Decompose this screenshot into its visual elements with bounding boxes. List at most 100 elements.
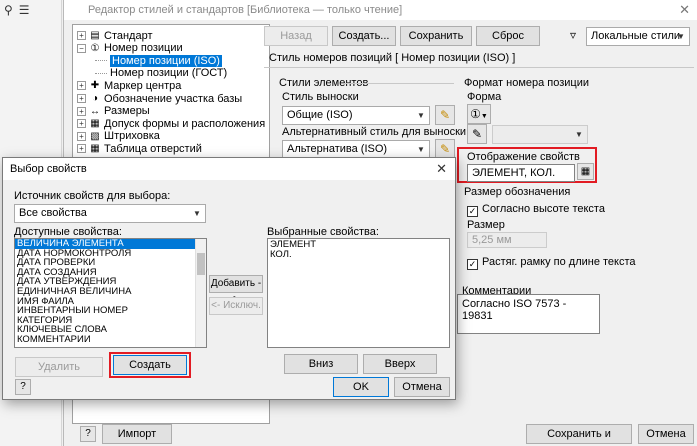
match-text-height-checkbox[interactable]: ✓ Согласно высоте текста — [467, 203, 605, 217]
source-select[interactable]: Все свойства ▼ — [14, 204, 206, 223]
tree-item[interactable]: + ▦ Таблица отверстий — [77, 142, 202, 155]
check-icon: ✓ — [467, 206, 478, 217]
tree-item-label: Номер позиции (ГОСТ) — [110, 67, 228, 80]
move-up-button[interactable]: Вверх — [363, 354, 437, 374]
leader-style-select[interactable]: Общие (ISO) ▼ — [282, 106, 430, 125]
tree-item[interactable]: + ▦ Допуск формы и расположения — [77, 117, 265, 130]
shape-symbol-select[interactable]: ▼ — [492, 125, 588, 144]
tree-item[interactable]: + ↔ Размеры — [77, 105, 150, 118]
divider — [264, 67, 694, 68]
tree-item[interactable]: Номер позиции (ISO) — [95, 54, 222, 67]
match-text-height-label: Согласно высоте текста — [482, 203, 605, 215]
leader-style-label: Стиль выноски — [282, 91, 359, 103]
table-icon: ▦ — [90, 143, 100, 155]
source-label: Источник свойств для выбора: — [14, 190, 171, 202]
expand-icon[interactable]: + — [77, 94, 86, 103]
dialog-title: Выбор свойств — [10, 163, 87, 175]
balloon-shape-select[interactable]: ①▼ — [467, 104, 491, 124]
list-item[interactable]: ДАТА НОРМОКОНТРОЛЯ — [15, 249, 196, 259]
delete-button[interactable]: Удалить — [15, 357, 103, 377]
search-icon[interactable]: ⚲ — [4, 3, 13, 17]
balloon-icon: ① — [90, 42, 100, 54]
window-title: Редактор стилей и стандартов [Библиотека… — [88, 4, 403, 16]
tree-item-label: Обозначение участка базы — [104, 92, 243, 105]
stretch-frame-checkbox[interactable]: ✓ Растяг. рамку по длине текста — [467, 256, 636, 270]
alt-leader-style-label: Альтернативный стиль для выноски — [282, 126, 467, 138]
property-chooser-icon[interactable]: ▦ — [577, 163, 594, 180]
list-item[interactable]: ДАТА ПРОВЕРКИ — [15, 258, 196, 268]
format-group-title: Формат номера позиции — [464, 77, 593, 89]
list-item[interactable]: ВЕЛИЧИНА ЭЛЕМЕНТА — [15, 239, 196, 249]
edit-alt-leader-style-icon[interactable]: ✎ — [435, 139, 455, 159]
expand-icon[interactable]: + — [77, 119, 86, 129]
list-item[interactable]: ИМЯ ФАЙЛА — [15, 297, 196, 307]
hatch-icon: ▧ — [90, 130, 100, 142]
close-icon[interactable]: ✕ — [436, 161, 447, 177]
save-button[interactable]: Сохранить — [400, 26, 472, 46]
tree-item[interactable]: Номер позиции (ГОСТ) — [95, 67, 227, 80]
property-display-field[interactable]: ЭЛЕМЕНТ, КОЛ. — [467, 164, 575, 182]
available-properties-list[interactable]: ВЕЛИЧИНА ЭЛЕМЕНТА ДАТА НОРМОКОНТРОЛЯ ДАТА … — [14, 238, 207, 348]
create-style-button[interactable]: Создать... — [332, 26, 396, 46]
back-button[interactable]: Назад — [264, 26, 328, 46]
size-label: Размер — [467, 219, 505, 231]
list-item[interactable]: КАТЕГОРИЯ — [15, 316, 196, 326]
tree-item-label: Размеры — [104, 105, 150, 118]
help-icon[interactable]: ? — [80, 426, 96, 442]
expand-icon[interactable]: + — [77, 131, 86, 141]
chevron-down-icon: ▼ — [193, 209, 201, 218]
cancel-button[interactable]: Отмена — [638, 424, 694, 444]
add-property-button[interactable]: Добавить -> — [209, 275, 263, 305]
ok-button[interactable]: OK — [333, 377, 389, 397]
expand-icon[interactable]: + — [77, 31, 86, 40]
create-property-button[interactable]: Создать — [113, 355, 187, 375]
chevron-down-icon: ▼ — [575, 130, 583, 139]
menu-icon[interactable]: ☰ — [19, 3, 30, 17]
help-icon[interactable]: ? — [15, 379, 31, 395]
chevron-down-icon: ▼ — [677, 32, 685, 41]
expand-icon[interactable]: + — [77, 144, 86, 154]
chevron-down-icon: ▼ — [417, 145, 425, 154]
alt-leader-style-value: Альтернатива (ISO) — [287, 143, 388, 155]
close-icon[interactable]: ✕ — [679, 2, 690, 18]
list-item[interactable]: ДАТА УТВЕРЖДЕНИЯ — [15, 277, 196, 287]
import-button[interactable]: Импорт — [102, 424, 172, 444]
check-icon: ✓ — [467, 259, 478, 270]
leader-style-value: Общие (ISO) — [287, 109, 353, 121]
tree-item[interactable]: + ▤ Стандарт — [77, 29, 153, 42]
tree-item[interactable]: − ① Номер позиции — [77, 42, 183, 55]
style-filter-select[interactable]: Локальные стили ▼ — [586, 27, 690, 46]
custom-shape-icon[interactable]: ✎ — [467, 124, 487, 144]
selected-label: Выбранные свойства: — [267, 226, 379, 238]
property-display-label: Отображение свойств — [467, 151, 580, 163]
center-mark-icon: ✚ — [90, 80, 100, 92]
scrollbar[interactable] — [195, 239, 206, 347]
expand-icon[interactable]: + — [77, 106, 86, 116]
strip-toolbar: ⚲ ☰ — [4, 2, 60, 18]
tree-item-label: Стандарт — [104, 29, 153, 42]
tree-item-label: Номер позиции (ISO) — [110, 54, 222, 67]
list-item[interactable]: КОММЕНТАРИИ — [15, 335, 196, 345]
tree-item[interactable]: + ▧ Штриховка — [77, 130, 160, 143]
move-down-button[interactable]: Вниз — [284, 354, 358, 374]
dialog-cancel-button[interactable]: Отмена — [394, 377, 450, 397]
scrollbar-thumb[interactable] — [197, 253, 205, 275]
tree-item[interactable]: + ◑ Обозначение участка базы — [77, 92, 242, 105]
size-field[interactable]: 5,25 мм — [467, 232, 547, 248]
list-item[interactable]: КЛЮЧЕВЫЕ СЛОВА — [15, 325, 196, 335]
list-item[interactable]: ИНВЕНТАРНЫЙ НОМЕР — [15, 306, 196, 316]
list-item[interactable]: КОЛ. — [268, 250, 449, 260]
list-item[interactable]: ДАТА СОЗДАНИЯ — [15, 268, 196, 278]
comments-field[interactable]: Согласно ISO 7573 - 19831 — [457, 294, 600, 334]
edit-leader-style-icon[interactable]: ✎ — [435, 105, 455, 125]
reset-button[interactable]: Сброс — [476, 26, 540, 46]
collapse-icon[interactable]: − — [77, 43, 86, 53]
expand-icon[interactable]: + — [77, 81, 86, 91]
dialog-title-bar: Выбор свойств ✕ — [3, 158, 455, 180]
list-item[interactable]: ЕДИНИЧНАЯ ВЕЛИЧИНА — [15, 287, 196, 297]
save-and-close-button[interactable]: Сохранить и закрыть — [526, 424, 632, 444]
list-item[interactable]: ЭЛЕМЕНТ — [268, 240, 449, 250]
remove-property-button[interactable]: <- Исключ. — [209, 297, 263, 315]
tree-item[interactable]: + ✚ Маркер центра — [77, 79, 181, 92]
selected-properties-list[interactable]: ЭЛЕМЕНТ КОЛ. — [267, 238, 450, 348]
